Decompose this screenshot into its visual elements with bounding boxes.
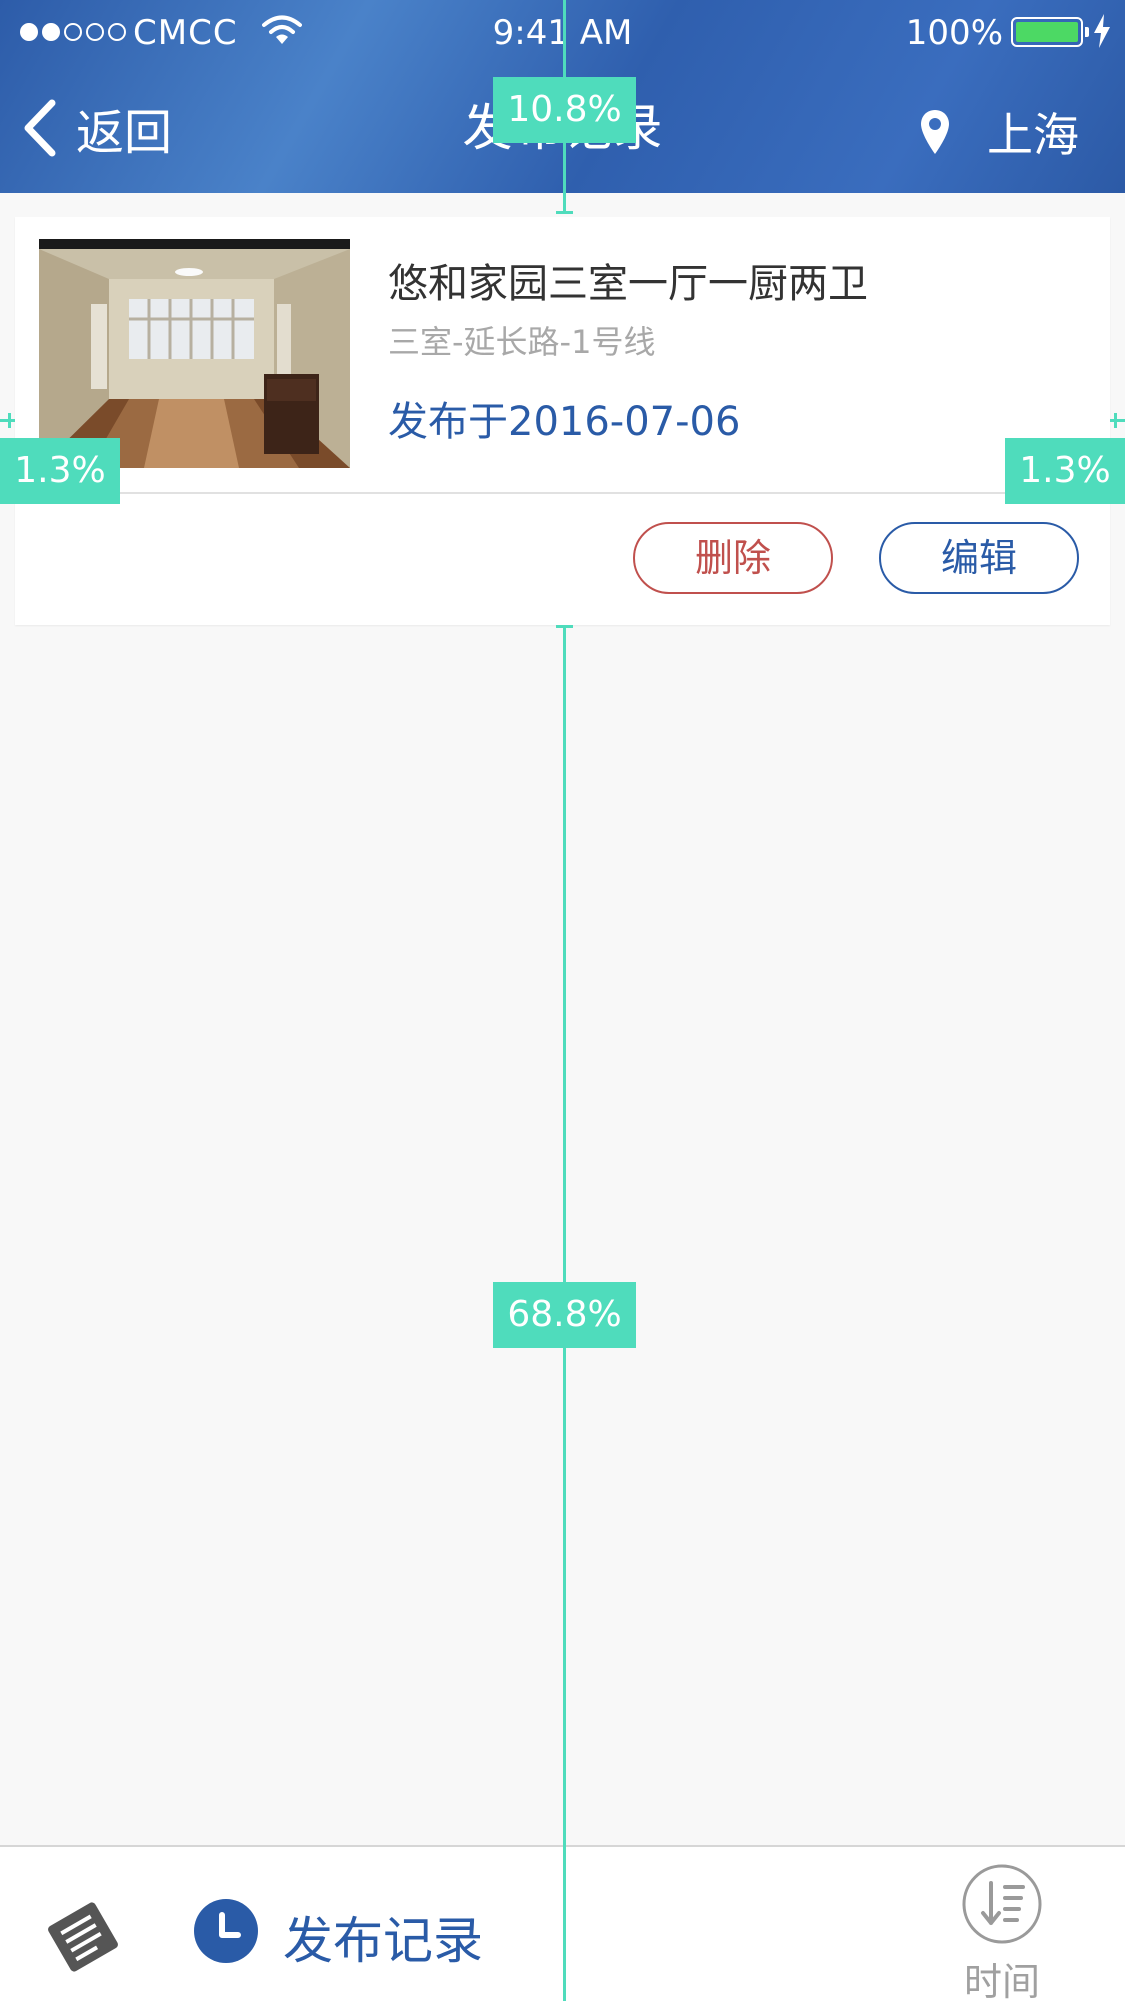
- listing-thumbnail[interactable]: [39, 239, 350, 468]
- delete-button[interactable]: 删除: [633, 522, 833, 594]
- measure-label-right: 1.3%: [1005, 438, 1125, 504]
- card-divider: [15, 492, 1110, 494]
- sort-label[interactable]: 时间: [961, 1951, 1043, 2001]
- measure-tick-top: [556, 211, 573, 214]
- location-selector[interactable]: 上海: [919, 100, 1079, 164]
- measure-label-remaining: 68.8%: [493, 1282, 636, 1348]
- sort-by-time-icon[interactable]: [961, 1863, 1043, 1945]
- measure-label-top: 10.8%: [493, 77, 636, 143]
- edit-button[interactable]: 编辑: [879, 522, 1079, 594]
- measure-tick-right: [1114, 413, 1117, 428]
- publish-record-label: 发布记录: [283, 1912, 483, 1970]
- measure-line-right: [1110, 419, 1125, 422]
- document-icon[interactable]: [44, 1901, 122, 1973]
- measure-tick-bottom: [556, 625, 573, 628]
- listing-card[interactable]: 悠和家园三室一厅一厨两卫 三室-延长路-1号线 发布于2016-07-06 删除…: [15, 217, 1110, 625]
- clock-icon: [194, 1899, 258, 1963]
- location-label: 上海: [987, 108, 1079, 162]
- measure-tick-left: [8, 413, 11, 428]
- listing-subtitle: 三室-延长路-1号线: [388, 323, 656, 361]
- charging-bolt-icon: [1094, 14, 1110, 48]
- measure-label-left: 1.3%: [0, 438, 120, 504]
- listing-date: 发布于2016-07-06: [388, 399, 741, 445]
- listing-title: 悠和家园三室一厅一厨两卫: [388, 261, 868, 307]
- battery-icon: [1011, 17, 1089, 47]
- battery-percentage: 100%: [905, 13, 1003, 53]
- location-pin-icon: [921, 110, 949, 154]
